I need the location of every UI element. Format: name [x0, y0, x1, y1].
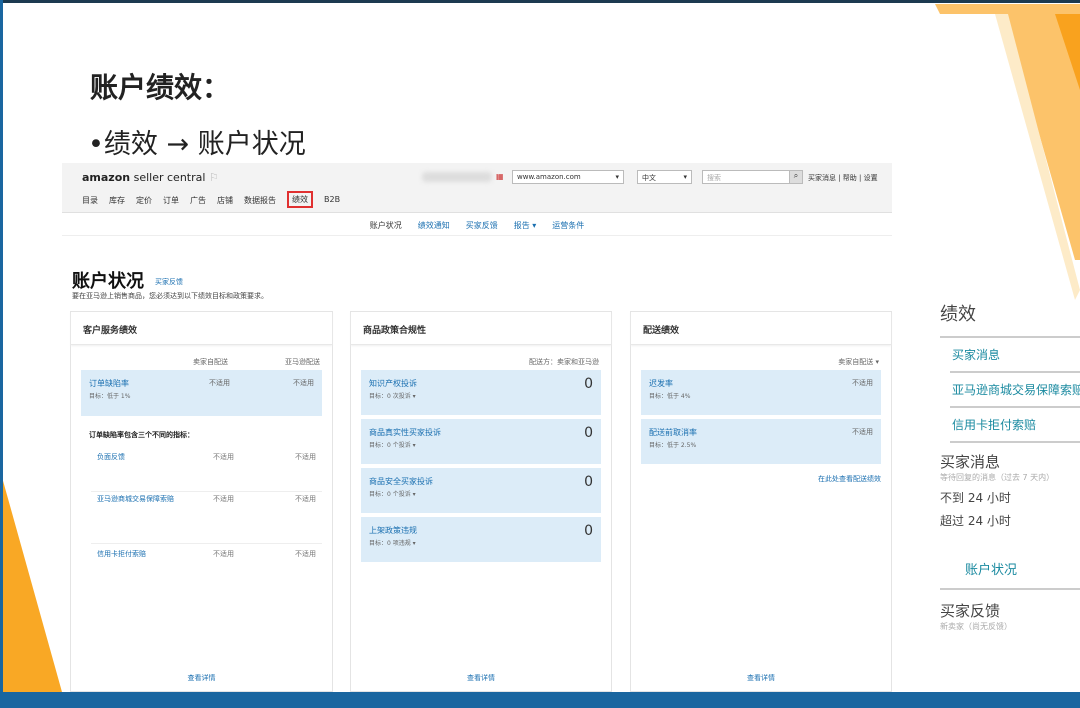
view-details-link[interactable]: 查看详情: [71, 673, 332, 683]
account-health-link[interactable]: 账户状况: [965, 559, 1080, 578]
customer-service-card: 客户服务绩效 卖家自配送 亚马逊配送 订单缺陷率 目标：低于 1% 不适用 不适用 …: [70, 311, 333, 692]
search-input[interactable]: 搜索: [702, 170, 802, 184]
metric-row[interactable]: 知识产权投诉 目标：0 次投诉 ▾ 0: [361, 370, 601, 415]
card-title: 商品政策合规性: [351, 312, 611, 345]
messages-sub: 等待回复的消息（过去 7 天内）: [940, 473, 1055, 482]
policy-compliance-card: 商品政策合规性 配送方：卖家和亚马逊 知识产权投诉 目标：0 次投诉 ▾ 0 商品真…: [350, 311, 612, 692]
view-details-link[interactable]: 查看详情: [631, 673, 891, 683]
metric-row[interactable]: 迟发率 目标：低于 4% 不适用: [641, 370, 881, 415]
us-flag-icon: ▦: [496, 172, 504, 181]
subnav-conditions[interactable]: 运营条件: [552, 220, 584, 235]
page-title: 账户状况: [72, 271, 144, 292]
subnav-notifications[interactable]: 绩效通知: [418, 220, 450, 235]
seller-central-header: amazon seller central ⚐ ▦ www.amazon.com…: [62, 163, 892, 213]
nav-pricing[interactable]: 定价: [136, 195, 152, 208]
panel-title: 绩效: [940, 304, 976, 325]
metric-row[interactable]: 商品真实性买家投诉 目标：0 个投诉 ▾ 0: [361, 419, 601, 464]
shipping-performance-card: 配送绩效 卖家自配送 ▾ 迟发率 目标：低于 4% 不适用 配送前取消率 目标：低于 …: [630, 311, 892, 692]
list-item[interactable]: 亚马逊商城交易保障索赔 不适用 不适用: [91, 494, 322, 544]
amazon-logo[interactable]: amazon seller central ⚐: [82, 171, 219, 184]
over-24h: 超过 24 小时: [940, 514, 1011, 528]
left-border: [0, 0, 3, 692]
panel-link-messages[interactable]: 买家消息: [940, 336, 1080, 371]
odr-row[interactable]: 订单缺陷率 目标：低于 1% 不适用 不适用: [81, 370, 322, 416]
subnav-account-health[interactable]: 账户状况: [370, 220, 402, 235]
metric-row[interactable]: 商品安全买家投诉 目标：0 个投诉 ▾ 0: [361, 468, 601, 513]
panel-link-claims[interactable]: 亚马逊商城交易保障索赔: [950, 371, 1080, 406]
shipping-link[interactable]: 在此处查看配送绩效: [818, 474, 881, 484]
nav-performance[interactable]: 绩效: [287, 191, 313, 208]
view-details-link[interactable]: 查看详情: [351, 673, 611, 683]
nav-reports[interactable]: 数据报告: [244, 195, 276, 208]
odr-subhead: 订单缺陷率包含三个不同的指标：: [89, 431, 194, 439]
messages-title: 买家消息: [940, 453, 1001, 471]
fulfillment-filter[interactable]: 卖家自配送 ▾: [838, 357, 879, 367]
bottom-band: [0, 692, 1080, 708]
sub-nav: 账户状况 绩效通知 买家反馈 报告 ▾ 运营条件: [62, 214, 892, 236]
nav-b2b[interactable]: B2B: [324, 195, 340, 208]
card-title: 配送绩效: [631, 312, 891, 345]
feedback-sub: 新卖家（尚无反馈）: [940, 622, 1012, 631]
list-item[interactable]: 负面反馈 不适用 不适用: [91, 452, 322, 492]
account-name-blurred: [422, 172, 492, 182]
top-border: [0, 0, 1080, 3]
feedback-title: 买家反馈: [940, 588, 1080, 621]
page-description: 要在亚马逊上销售商品，您必须达到以下绩效目标和政策要求。: [72, 292, 268, 300]
col-header: 卖家自配送: [193, 358, 228, 366]
search-icon[interactable]: ⌕: [789, 170, 803, 184]
panel-link-chargeback[interactable]: 信用卡拒付索赔: [950, 406, 1080, 443]
nav-stores[interactable]: 店铺: [217, 195, 233, 208]
list-item[interactable]: 信用卡拒付索赔 不适用 不适用: [91, 549, 322, 589]
metric-row[interactable]: 配送前取消率 目标：低于 2.5% 不适用: [641, 419, 881, 464]
slide-title: 账户绩效：: [90, 71, 231, 104]
title-link[interactable]: 买家反馈: [155, 277, 183, 287]
nav-orders[interactable]: 订单: [163, 195, 179, 208]
header-links[interactable]: 买家消息 | 帮助 | 设置: [808, 173, 878, 183]
flag-icon: ⚐: [208, 171, 219, 184]
right-panel: 绩效 买家消息 亚马逊商城交易保障索赔 信用卡拒付索赔 买家消息 等待回复的消息…: [940, 300, 1080, 632]
subnav-reports[interactable]: 报告 ▾: [514, 220, 537, 235]
card-title: 客户服务绩效: [71, 312, 332, 345]
nav-advertising[interactable]: 广告: [190, 195, 206, 208]
metric-row[interactable]: 上架政策违规 目标：0 项违规 ▾ 0: [361, 517, 601, 562]
main-nav: 目录 库存 定价 订单 广告 店铺 数据报告 绩效 B2B: [82, 191, 340, 208]
col-header: 亚马逊配送: [285, 358, 320, 366]
subnav-feedback[interactable]: 买家反馈: [466, 220, 498, 235]
slide-bullet: •绩效 → 账户状况: [88, 129, 306, 160]
under-24h: 不到 24 小时: [940, 491, 1011, 505]
fulfillment-filter[interactable]: 配送方：卖家和亚马逊: [529, 357, 599, 367]
nav-inventory[interactable]: 库存: [109, 195, 125, 208]
nav-catalog[interactable]: 目录: [82, 195, 98, 208]
marketplace-select[interactable]: www.amazon.com ▾: [512, 170, 624, 184]
language-select[interactable]: 中文 ▾: [637, 170, 692, 184]
